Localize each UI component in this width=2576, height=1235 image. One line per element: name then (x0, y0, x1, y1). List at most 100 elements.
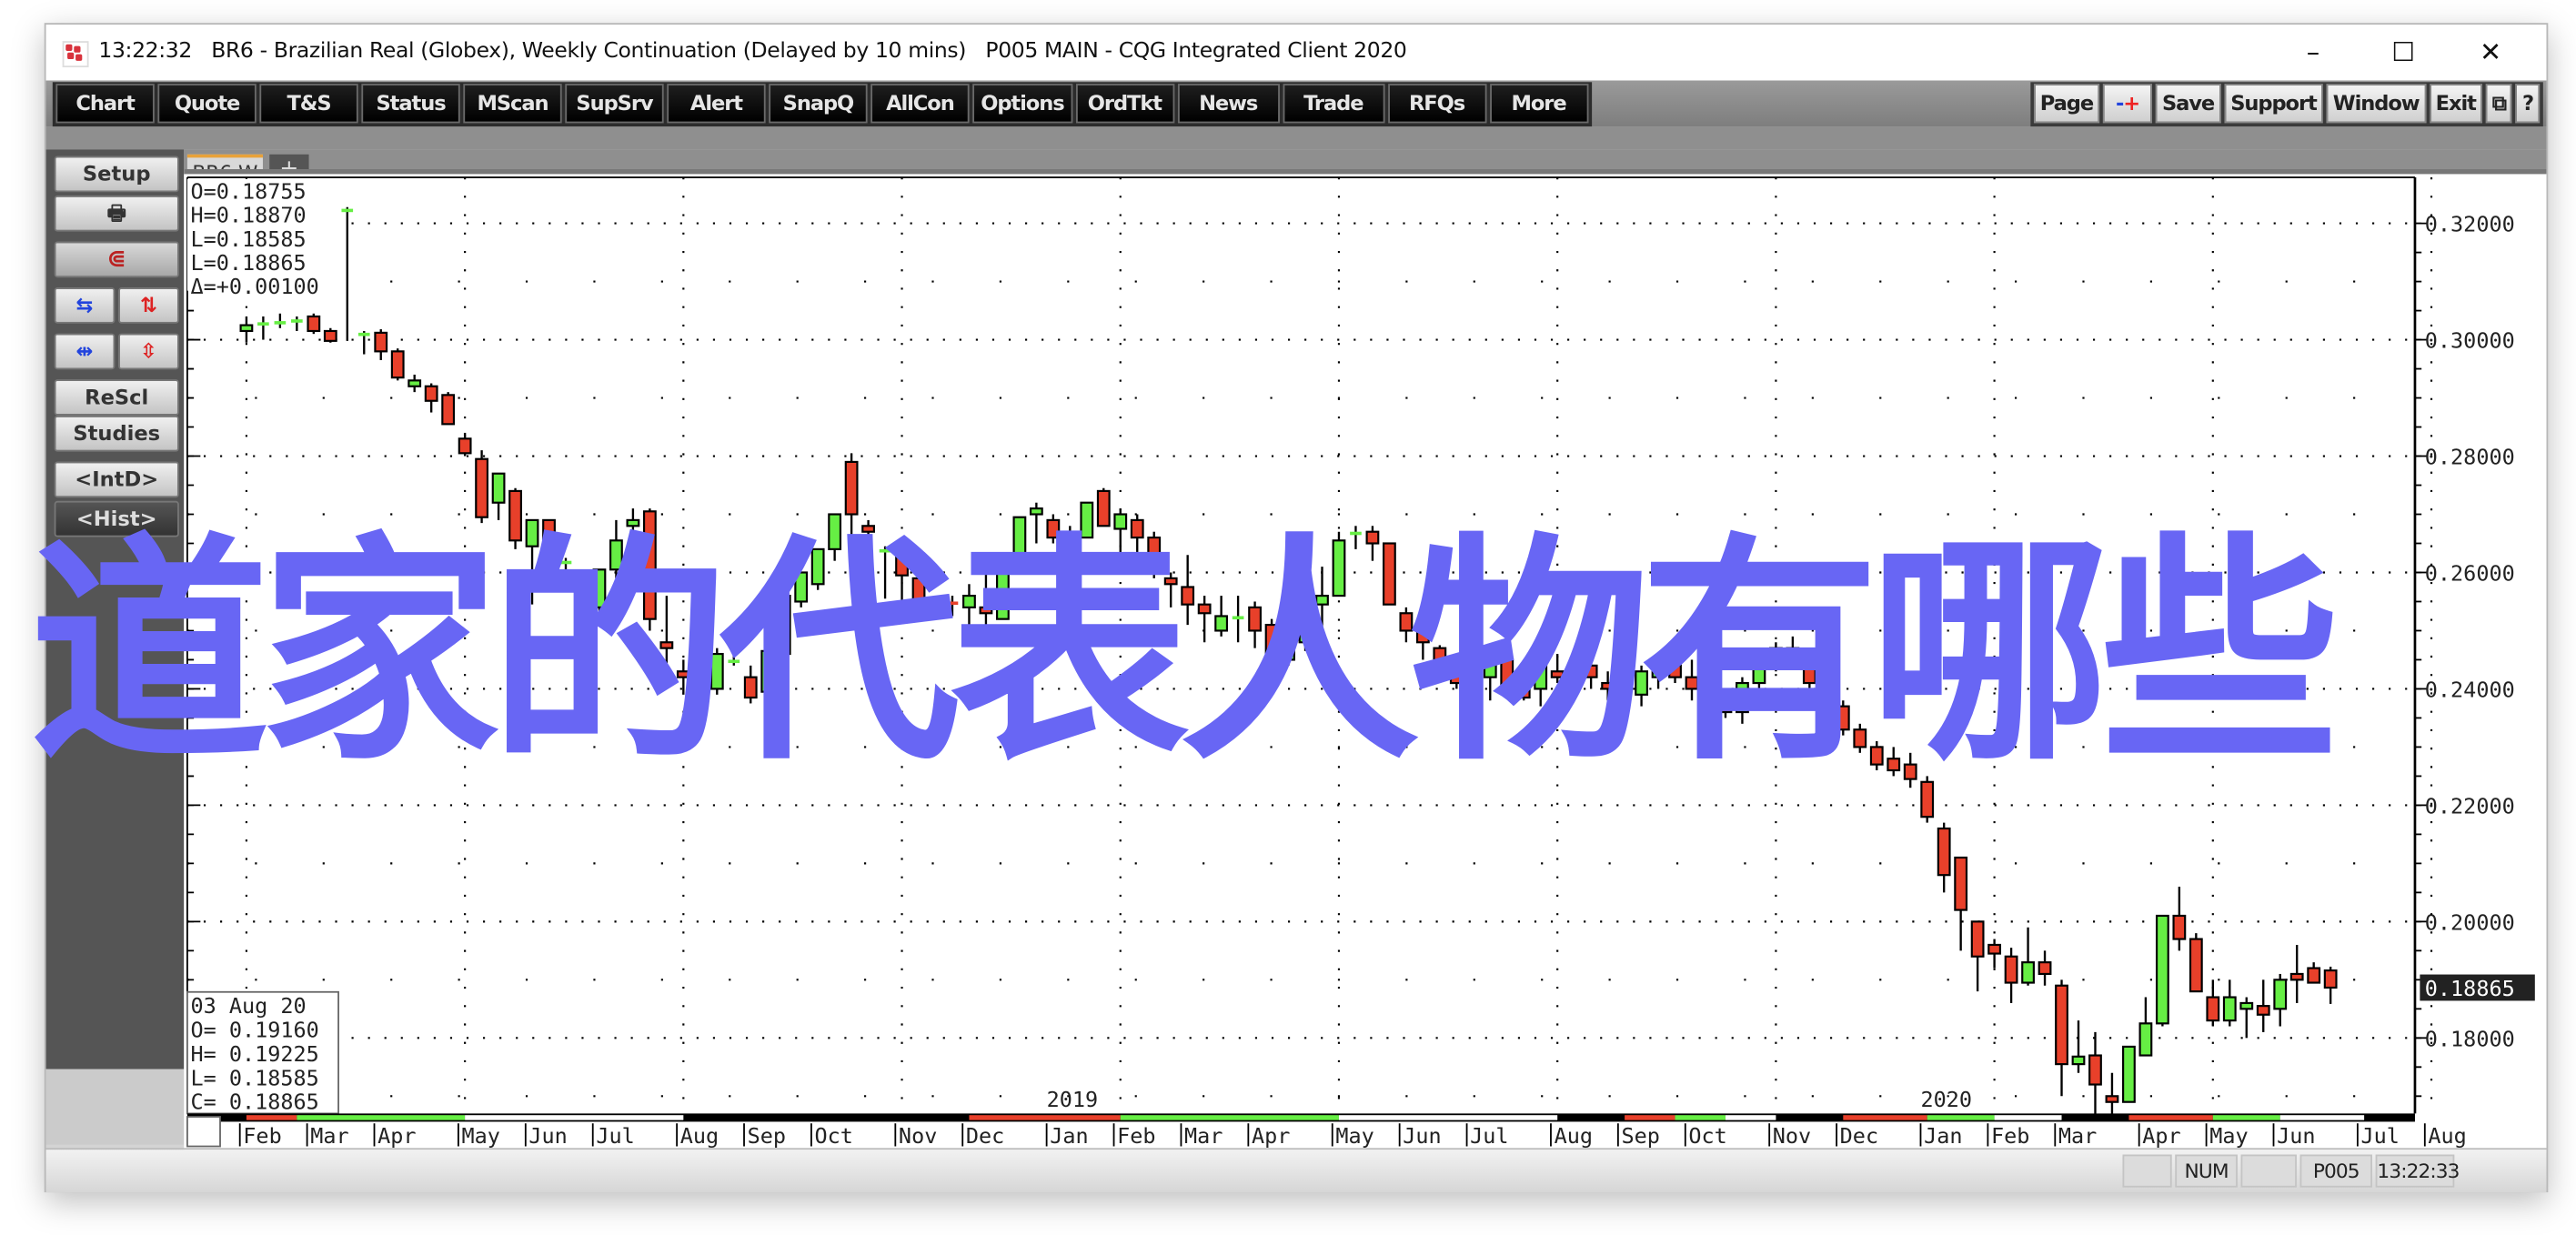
candle[interactable] (2155, 914, 2169, 1027)
candle-body (2307, 967, 2321, 984)
menu-allcon-button[interactable]: AllCon (870, 84, 970, 124)
intraday-button[interactable]: <IntD> (54, 461, 179, 498)
candle[interactable] (307, 313, 321, 335)
session-band-segment (1927, 1115, 1995, 1120)
menu-news-button[interactable]: News (1177, 84, 1280, 124)
screen: 13:22:32 BR6 - Brazilian Real (Globex), … (0, 0, 2576, 1235)
magnet-button[interactable]: ⋐ (54, 241, 179, 278)
bar-info-line: C= 0.18865 (191, 1089, 319, 1115)
xtick-label: Apr (2142, 1123, 2180, 1149)
year-label: 2020 (1920, 1087, 1972, 1112)
session-band-segment (2128, 1115, 2213, 1120)
menu-rfqs-button[interactable]: RFQs (1387, 84, 1486, 124)
corner-box[interactable] (186, 1116, 221, 1148)
candle-body (475, 457, 489, 518)
scroll-vertical-button[interactable]: ⇅ (118, 287, 179, 324)
scroll-horizontal-button[interactable]: ⇆ (54, 287, 116, 324)
bar-info-line: 03 Aug 20 (191, 993, 307, 1019)
xtick-label: Feb (1117, 1123, 1155, 1149)
session-band-segment (1625, 1115, 1675, 1120)
candle-body (374, 331, 388, 353)
xtick-label: May (2209, 1123, 2248, 1149)
candle[interactable] (323, 327, 337, 343)
menu-more-button[interactable]: More (1489, 84, 1588, 124)
cursor-info-line: L=0.18865 (191, 250, 307, 276)
xtick-label: Mar (310, 1123, 348, 1149)
candle-body (357, 332, 370, 336)
session-band-segment (246, 1115, 297, 1120)
candle[interactable] (390, 348, 405, 381)
menu-quote-button[interactable]: Quote (157, 84, 257, 124)
toolbar-spacer (45, 126, 2547, 150)
xtick-label: Jul (1470, 1123, 1508, 1149)
candle[interactable] (2189, 933, 2203, 993)
cursor-info-line: H=0.18870 (191, 203, 307, 228)
menu-snapq-button[interactable]: SnapQ (769, 84, 868, 124)
menu-status-button[interactable]: Status (361, 84, 460, 124)
candle[interactable] (2122, 1045, 2136, 1103)
candle-body (2289, 972, 2304, 981)
magnet-icon: ⋐ (106, 246, 126, 273)
toolbar-left-group: Chart Quote T&S Status MScan SupSrv Alert SnapQ… (52, 82, 1592, 128)
support-button[interactable]: Support (2224, 84, 2323, 124)
candle[interactable] (475, 450, 489, 524)
status-cell-empty-2 (2240, 1154, 2297, 1188)
cursor-info-line: L=0.18585 (191, 226, 307, 252)
xtick-label: Oct (815, 1123, 853, 1149)
setup-button[interactable]: Setup (54, 156, 179, 193)
session-band-segment (1843, 1115, 1927, 1120)
candle-body (323, 329, 337, 342)
candle[interactable] (441, 392, 456, 426)
session-band-segment (1994, 1115, 2062, 1120)
candle-body (2138, 1022, 2153, 1057)
exit-button[interactable]: Exit (2429, 84, 2483, 124)
xtick-label: May (462, 1123, 500, 1149)
xtick-label: Jul (2361, 1123, 2400, 1149)
menu-trade-button[interactable]: Trade (1282, 84, 1384, 124)
candle-body (491, 472, 506, 504)
cursor-info-line: O=0.18755 (191, 179, 307, 205)
restore-button[interactable]: ⧉ (2485, 84, 2513, 124)
rescale-button[interactable]: ReScl (54, 379, 179, 416)
menu-ordtkt-button[interactable]: OrdTkt (1075, 84, 1174, 124)
menu-supsrv-button[interactable]: SupSrv (565, 84, 664, 124)
candle-body (1987, 943, 2002, 955)
cursor-info-line: Δ=+0.00100 (191, 274, 319, 299)
maximize-button[interactable]: ☐ (2370, 31, 2436, 74)
arrows-vertical-icon: ⇅ (139, 292, 157, 317)
window-title: 13:22:32 BR6 - Brazilian Real (Globex), … (98, 39, 1407, 65)
arrows-horizontal-icon: ⇆ (75, 292, 94, 317)
xtick-label: Apr (1252, 1123, 1290, 1149)
status-page: P005 (2299, 1154, 2373, 1188)
menu-ts-button[interactable]: T&S (259, 84, 358, 124)
zoom-plus-minus-button[interactable]: -+ (2102, 84, 2153, 124)
menu-chart-button[interactable]: Chart (55, 84, 155, 124)
candle-body (2055, 984, 2068, 1066)
candle-body (341, 208, 354, 213)
xtick-label: Mar (1184, 1123, 1223, 1149)
window-button[interactable]: Window (2326, 84, 2426, 124)
ytick-label: 0.28000 (2425, 445, 2515, 470)
xtick-label: Aug (1555, 1123, 1593, 1149)
bar-info-line: H= 0.19225 (191, 1041, 319, 1067)
minimize-button[interactable]: – (2280, 31, 2346, 74)
sidebar-footer (45, 1069, 185, 1145)
menu-mscan-button[interactable]: MScan (463, 84, 562, 124)
print-button[interactable]: 🖶 (54, 195, 179, 232)
studies-button[interactable]: Studies (54, 415, 179, 452)
candle-body (844, 460, 859, 516)
candle-body (2222, 996, 2237, 1022)
page-button[interactable]: Page (2033, 84, 2100, 124)
xtick-label: Jan (1924, 1123, 1962, 1149)
help-button[interactable]: ? (2515, 84, 2541, 124)
xtick-label: Jul (596, 1123, 634, 1149)
menu-alert-button[interactable]: Alert (667, 84, 766, 124)
watermark-overlay-text: 道家的代表人物有哪些 (29, 514, 2340, 794)
bar-info-line: L= 0.18585 (191, 1065, 319, 1090)
compress-vertical-button[interactable]: ⇳ (118, 333, 179, 370)
menu-options-button[interactable]: Options (972, 84, 1072, 124)
save-button[interactable]: Save (2155, 84, 2221, 124)
compress-horizontal-button[interactable]: ⇹ (54, 333, 116, 370)
close-button[interactable]: ✕ (2458, 31, 2523, 74)
xtick-label: Jan (1050, 1123, 1088, 1149)
